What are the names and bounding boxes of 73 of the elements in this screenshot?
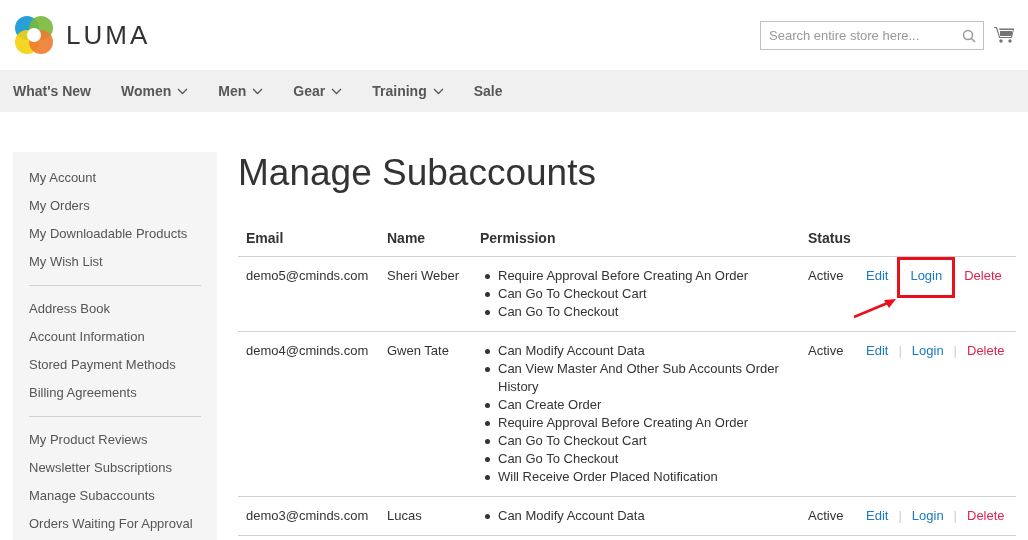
sidebar-link[interactable]: Billing Agreements bbox=[29, 379, 201, 407]
bullet-icon bbox=[485, 403, 490, 408]
page-title: Manage Subaccounts bbox=[238, 153, 597, 193]
login-link[interactable]: Login bbox=[911, 508, 944, 523]
nav-link[interactable]: Men bbox=[218, 80, 264, 102]
sidebar-link[interactable]: Address Book bbox=[29, 295, 201, 323]
column-header: Name bbox=[387, 229, 427, 248]
permission-item: Can Go To Checkout Cart bbox=[498, 285, 648, 303]
bullet-icon bbox=[485, 457, 490, 462]
search-field[interactable]: Search entire store here... bbox=[760, 20, 984, 50]
logo-text[interactable]: LUMA bbox=[66, 15, 151, 55]
annotation-arrow bbox=[852, 297, 899, 319]
bullet-icon bbox=[485, 292, 490, 297]
sidebar-link[interactable]: Orders Waiting For Approval bbox=[29, 510, 201, 538]
permission-item: Can View Master And Other Sub Accounts Order History bbox=[498, 360, 780, 396]
edit-link[interactable]: Edit bbox=[866, 343, 889, 358]
column-header: Status bbox=[808, 229, 852, 248]
permission-item: Can Go To Checkout bbox=[498, 450, 620, 468]
edit-link[interactable]: Edit bbox=[866, 508, 889, 523]
email-cell-text: demo3@cminds.com bbox=[246, 507, 370, 525]
email-cell-text: demo4@cminds.com bbox=[246, 342, 370, 360]
permission-item: Can Go To Checkout Cart bbox=[498, 432, 648, 450]
separator: | bbox=[897, 507, 903, 525]
sidebar-link[interactable]: My Product Reviews bbox=[29, 426, 201, 454]
separator: | bbox=[952, 507, 958, 525]
bullet-icon bbox=[485, 310, 490, 315]
nav-link[interactable]: Women bbox=[121, 80, 189, 102]
permission-item: Can Modify Account Data bbox=[498, 507, 646, 525]
sidebar-link[interactable]: Account Information bbox=[29, 323, 201, 351]
login-link[interactable]: Login bbox=[911, 343, 944, 358]
permission-item: Can Create Order bbox=[498, 396, 603, 414]
delete-link[interactable]: Delete bbox=[964, 268, 1002, 283]
nav-link[interactable]: Training bbox=[372, 80, 444, 102]
sidebar-link[interactable]: Manage Subaccounts bbox=[29, 482, 201, 510]
bullet-icon bbox=[485, 421, 490, 426]
separator: | bbox=[952, 342, 958, 360]
permission-item: Require Approval Before Creating An Order bbox=[498, 414, 750, 432]
sidebar-link[interactable]: My Wish List bbox=[29, 248, 201, 276]
login-link[interactable]: Login bbox=[897, 257, 956, 298]
bullet-icon bbox=[485, 367, 490, 372]
logo-icon[interactable] bbox=[14, 15, 54, 55]
nav-link[interactable]: Sale bbox=[473, 80, 503, 102]
permission-item: Require Approval Before Creating An Order bbox=[498, 267, 750, 285]
search-icon[interactable] bbox=[962, 28, 976, 43]
nav-link[interactable]: Gear bbox=[293, 80, 343, 102]
bullet-icon bbox=[485, 274, 490, 279]
edit-link[interactable]: Edit bbox=[866, 268, 889, 283]
separator: | bbox=[897, 342, 903, 360]
nav-link[interactable]: What's New bbox=[13, 80, 91, 102]
column-header: Permission bbox=[480, 229, 557, 248]
status-cell-text: Active bbox=[808, 342, 845, 360]
delete-link[interactable]: Delete bbox=[967, 508, 1005, 523]
status-cell-text: Active bbox=[808, 507, 845, 525]
bullet-icon bbox=[485, 349, 490, 354]
bullet-icon bbox=[485, 514, 490, 519]
permission-item: Can Modify Account Data bbox=[498, 342, 646, 360]
delete-link[interactable]: Delete bbox=[967, 343, 1005, 358]
name-cell-text: Sheri Weber bbox=[387, 267, 460, 285]
name-cell-text: Lucas bbox=[387, 507, 423, 525]
name-cell-text: Gwen Tate bbox=[387, 342, 450, 360]
column-header: Email bbox=[246, 229, 285, 248]
permission-item: Will Receive Order Placed Notification bbox=[498, 468, 719, 486]
sidebar-link[interactable]: My Orders bbox=[29, 192, 201, 220]
sidebar-link[interactable]: Newsletter Subscriptions bbox=[29, 454, 201, 482]
cart-icon[interactable] bbox=[994, 26, 1014, 44]
sidebar-link[interactable]: My Downloadable Products bbox=[29, 220, 201, 248]
sidebar-link[interactable]: My Account bbox=[29, 164, 201, 192]
permission-item: Can Go To Checkout bbox=[498, 303, 620, 321]
bullet-icon bbox=[485, 439, 490, 444]
sidebar-link[interactable]: Stored Payment Methods bbox=[29, 351, 201, 379]
email-cell-text: demo5@cminds.com bbox=[246, 267, 370, 285]
bullet-icon bbox=[485, 475, 490, 480]
status-cell-text: Active bbox=[808, 267, 845, 285]
